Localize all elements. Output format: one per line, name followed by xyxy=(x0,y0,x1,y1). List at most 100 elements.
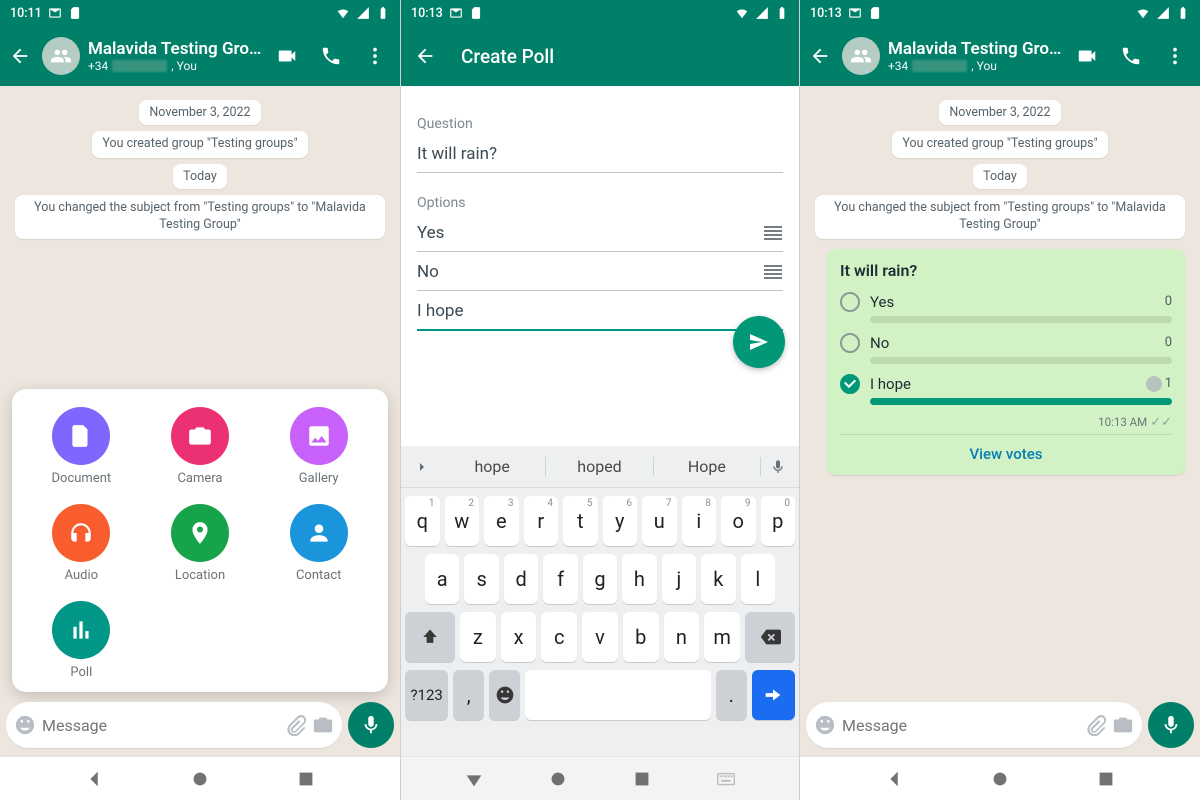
key-i[interactable]: i8 xyxy=(682,496,717,546)
poll-option-2[interactable]: No 0 xyxy=(840,333,1172,353)
chat-title-block[interactable]: Malavida Testing Group +34, You xyxy=(88,39,268,73)
suggestion-3[interactable]: Hope xyxy=(654,457,761,476)
nav-recent[interactable] xyxy=(295,768,317,790)
emoji-icon[interactable] xyxy=(814,714,836,736)
mic-button[interactable] xyxy=(1148,702,1194,748)
attach-audio[interactable]: Audio xyxy=(31,504,131,583)
key-n[interactable]: n xyxy=(664,612,700,662)
option-row-1[interactable] xyxy=(417,217,783,252)
emoji-icon[interactable] xyxy=(14,714,36,736)
key-a[interactable]: a xyxy=(425,554,459,604)
enter-key[interactable] xyxy=(752,670,795,720)
group-avatar[interactable] xyxy=(42,37,80,75)
voice-call-button[interactable] xyxy=(320,45,342,67)
attach-location[interactable]: Location xyxy=(150,504,250,583)
attach-gallery[interactable]: Gallery xyxy=(269,407,369,486)
nav-home[interactable] xyxy=(189,768,211,790)
option-row-3[interactable] xyxy=(417,295,783,331)
video-call-button[interactable] xyxy=(276,45,298,67)
attach-icon[interactable] xyxy=(1084,714,1106,736)
send-poll-button[interactable] xyxy=(733,316,785,368)
emoji-key[interactable] xyxy=(489,670,520,720)
key-c[interactable]: c xyxy=(541,612,577,662)
option-input-2[interactable] xyxy=(417,262,763,282)
period-key[interactable]: . xyxy=(716,670,747,720)
option-input-1[interactable] xyxy=(417,223,763,243)
location-icon xyxy=(171,504,229,562)
nav-keyboard[interactable] xyxy=(715,768,737,790)
expand-suggestions[interactable] xyxy=(405,459,439,475)
symbols-key[interactable]: ?123 xyxy=(405,670,448,720)
key-v[interactable]: v xyxy=(582,612,618,662)
key-d[interactable]: d xyxy=(504,554,538,604)
group-avatar[interactable] xyxy=(842,37,880,75)
message-input-container[interactable] xyxy=(806,702,1142,748)
attach-camera[interactable]: Camera xyxy=(150,407,250,486)
camera-input-icon[interactable] xyxy=(312,714,334,736)
back-button[interactable] xyxy=(6,42,34,70)
suggestion-1[interactable]: hope xyxy=(439,457,546,476)
attach-icon[interactable] xyxy=(284,714,306,736)
question-input[interactable] xyxy=(417,144,783,164)
voice-call-button[interactable] xyxy=(1120,45,1142,67)
drag-handle-icon[interactable] xyxy=(763,226,783,240)
key-e[interactable]: e3 xyxy=(484,496,519,546)
key-r[interactable]: r4 xyxy=(524,496,559,546)
key-q[interactable]: q1 xyxy=(405,496,440,546)
key-m[interactable]: m xyxy=(704,612,740,662)
status-time: 10:13 xyxy=(810,6,842,21)
message-input-container[interactable] xyxy=(6,702,342,748)
camera-input-icon[interactable] xyxy=(1112,714,1134,736)
option-row-2[interactable] xyxy=(417,256,783,291)
camera-icon xyxy=(171,407,229,465)
video-call-button[interactable] xyxy=(1076,45,1098,67)
comma-key[interactable]: , xyxy=(453,670,484,720)
chat-title-block[interactable]: Malavida Testing Group +34, You xyxy=(888,39,1068,73)
back-button[interactable] xyxy=(411,42,439,70)
message-input[interactable] xyxy=(842,716,1078,735)
backspace-key[interactable] xyxy=(745,612,795,662)
key-b[interactable]: b xyxy=(623,612,659,662)
key-t[interactable]: t5 xyxy=(563,496,598,546)
view-votes-button[interactable]: View votes xyxy=(840,434,1172,467)
key-x[interactable]: x xyxy=(501,612,537,662)
message-input[interactable] xyxy=(42,716,278,735)
drag-handle-icon[interactable] xyxy=(763,265,783,279)
key-j[interactable]: j xyxy=(662,554,696,604)
poll-option-3[interactable]: I hope 1 xyxy=(840,374,1172,394)
nav-back[interactable] xyxy=(884,768,906,790)
space-key[interactable] xyxy=(525,670,711,720)
shift-key[interactable] xyxy=(405,612,455,662)
key-g[interactable]: g xyxy=(583,554,617,604)
key-w[interactable]: w2 xyxy=(445,496,480,546)
back-button[interactable] xyxy=(806,42,834,70)
more-menu-button[interactable] xyxy=(1164,45,1186,67)
nav-recent[interactable] xyxy=(1095,768,1117,790)
attach-poll[interactable]: Poll xyxy=(31,601,131,680)
attach-document[interactable]: Document xyxy=(31,407,131,486)
key-k[interactable]: k xyxy=(701,554,735,604)
nav-back[interactable] xyxy=(84,768,106,790)
option-input-3[interactable] xyxy=(417,301,783,321)
key-z[interactable]: z xyxy=(460,612,496,662)
mic-button[interactable] xyxy=(348,702,394,748)
key-h[interactable]: h xyxy=(622,554,656,604)
nav-home[interactable] xyxy=(547,768,569,790)
nav-recent[interactable] xyxy=(631,768,653,790)
key-o[interactable]: o9 xyxy=(721,496,756,546)
nav-back[interactable] xyxy=(463,768,485,790)
key-s[interactable]: s xyxy=(464,554,498,604)
key-y[interactable]: y6 xyxy=(603,496,638,546)
key-u[interactable]: u7 xyxy=(642,496,677,546)
key-l[interactable]: l xyxy=(741,554,775,604)
question-input-row[interactable] xyxy=(417,138,783,173)
key-f[interactable]: f xyxy=(543,554,577,604)
suggestion-2[interactable]: hoped xyxy=(546,457,653,476)
poll-question: It will rain? xyxy=(840,261,1172,280)
more-menu-button[interactable] xyxy=(364,45,386,67)
nav-home[interactable] xyxy=(989,768,1011,790)
key-p[interactable]: p0 xyxy=(761,496,796,546)
attach-contact[interactable]: Contact xyxy=(269,504,369,583)
poll-option-1[interactable]: Yes 0 xyxy=(840,292,1172,312)
mic-suggestion-icon[interactable] xyxy=(761,459,795,475)
